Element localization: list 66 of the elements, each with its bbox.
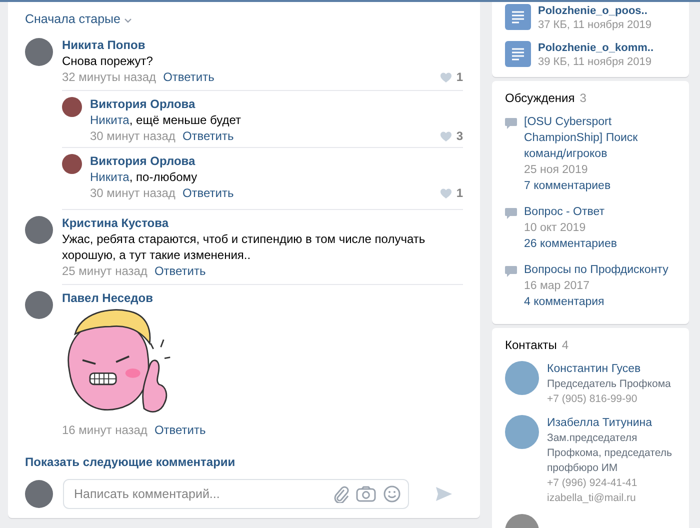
heart-icon	[440, 72, 452, 82]
heart-icon	[440, 188, 452, 198]
discussion-date: 16 мар 2017	[524, 279, 590, 294]
contact-phone: +7 (905) 816-99-90	[547, 392, 638, 407]
speech-bubble-icon	[505, 208, 517, 219]
comments-count-link[interactable]: 4 комментария	[524, 294, 668, 311]
avatar[interactable]	[25, 38, 53, 66]
contact-email: izabella_ti@mail.ru	[547, 491, 637, 506]
contact-role: Зам.председателя Профкома, председатель профбюро ИМ	[547, 431, 673, 476]
reply-link[interactable]: Ответить	[154, 422, 206, 438]
comment-text: Ужас, ребята стараются, чтоб и стипендию в том числе получать хорошую, а тут такие изменения..	[62, 231, 426, 263]
discussion-link[interactable]: [OSU Cybersport ChampionShip] Поиск команд/игроков	[524, 114, 679, 162]
comment-text: Снова порежут?	[62, 53, 154, 69]
document-info: 37 КБ, 11 ноября 2019	[538, 18, 652, 32]
show-more-link[interactable]: Показать следующие комментарии	[25, 455, 463, 469]
discussion-link[interactable]: Вопросы по Профдисконту	[524, 262, 668, 278]
author-link[interactable]: Виктория Орлова	[90, 154, 196, 169]
document-info: 39 КБ, 11 ноября 2019	[538, 55, 652, 69]
speech-bubble-icon	[505, 266, 517, 277]
contact-name[interactable]: Константин Гусев	[547, 361, 671, 377]
avatar[interactable]	[25, 216, 53, 244]
comments-count-link[interactable]: 26 комментариев	[524, 236, 617, 253]
author-link[interactable]: Никита Попов	[62, 38, 146, 53]
like-button[interactable]: 1	[440, 69, 463, 85]
comment-time: 30 минут назад	[90, 185, 176, 201]
chevron-down-icon	[124, 18, 132, 22]
section-count: 4	[562, 338, 569, 352]
document-link[interactable]: Polozhenie_o_poos..	[538, 4, 652, 18]
reply-link[interactable]: Ответить	[163, 69, 214, 85]
comment-text: Никита, по-любому	[90, 169, 198, 185]
avatar[interactable]	[25, 291, 53, 319]
avatar[interactable]	[62, 154, 82, 174]
like-button[interactable]: 3	[440, 128, 463, 144]
comment-text: Никита, ещё меньше будет	[90, 112, 242, 128]
comment-field[interactable]: Написать комментарий...	[63, 479, 409, 509]
author-link[interactable]: Виктория Орлова	[90, 97, 196, 112]
reply-link[interactable]: Ответить	[182, 185, 234, 201]
comments-count-link[interactable]: 7 комментариев	[524, 178, 679, 195]
smile-icon	[383, 485, 401, 503]
reply-link[interactable]: Ответить	[182, 128, 234, 144]
comment-time: 25 минут назад	[62, 263, 148, 279]
section-title[interactable]: Обсуждения	[505, 91, 575, 105]
like-button[interactable]: 1	[440, 185, 463, 201]
document-icon	[505, 41, 531, 67]
comment-time: 16 минут назад	[62, 422, 148, 438]
discussion-link[interactable]: Вопрос - Ответ	[524, 204, 617, 220]
camera-icon	[356, 486, 376, 502]
author-link[interactable]: Павел Неседов	[62, 291, 154, 306]
paperclip-icon	[333, 485, 349, 503]
speech-bubble-icon	[505, 118, 517, 129]
section-count: 3	[580, 91, 586, 105]
contact-role: Председатель Профкома	[547, 377, 671, 392]
discussion-date: 10 окт 2019	[524, 221, 587, 236]
avatar	[25, 480, 53, 508]
reply-link[interactable]: Ответить	[154, 263, 206, 279]
author-link[interactable]: Кристина Кустова	[62, 216, 169, 231]
contact-name[interactable]: Изабелла Титунина	[547, 415, 679, 431]
contact-phone: +7 (996) 924-41-41	[547, 476, 638, 491]
document-link[interactable]: Polozhenie_o_komm..	[538, 41, 654, 55]
heart-icon	[440, 130, 452, 142]
sort-dropdown[interactable]: Сначала старые	[25, 12, 132, 26]
comment-time: 32 минуты назад	[62, 69, 156, 85]
comment-time: 30 минут назад	[90, 128, 176, 144]
avatar[interactable]	[62, 97, 82, 117]
section-title[interactable]: Контакты	[505, 338, 557, 352]
discussion-date: 25 ноя 2019	[524, 163, 589, 178]
